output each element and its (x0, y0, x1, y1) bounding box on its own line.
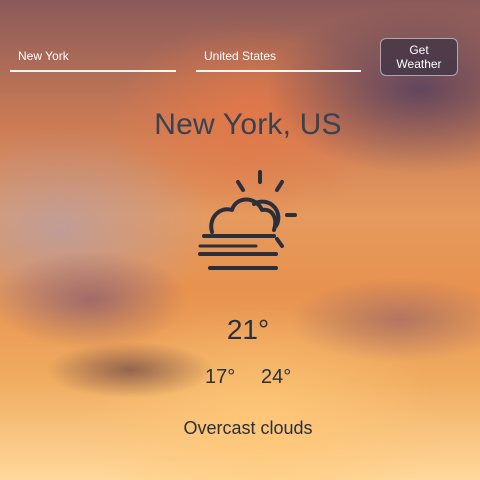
get-weather-button[interactable]: Get Weather (380, 38, 458, 76)
location-title: New York, US (154, 108, 342, 141)
min-temperature: 17° (205, 366, 236, 388)
current-temperature: 21° (226, 314, 270, 345)
city-input[interactable] (10, 42, 176, 72)
max-temperature: 24° (261, 366, 292, 388)
search-bar: Get Weather (10, 38, 458, 76)
temperature-range: 17° 24° (0, 366, 480, 396)
country-input[interactable] (196, 42, 361, 72)
weather-description: Overcast clouds (183, 418, 313, 438)
partly-cloudy-fog-icon (198, 166, 298, 278)
